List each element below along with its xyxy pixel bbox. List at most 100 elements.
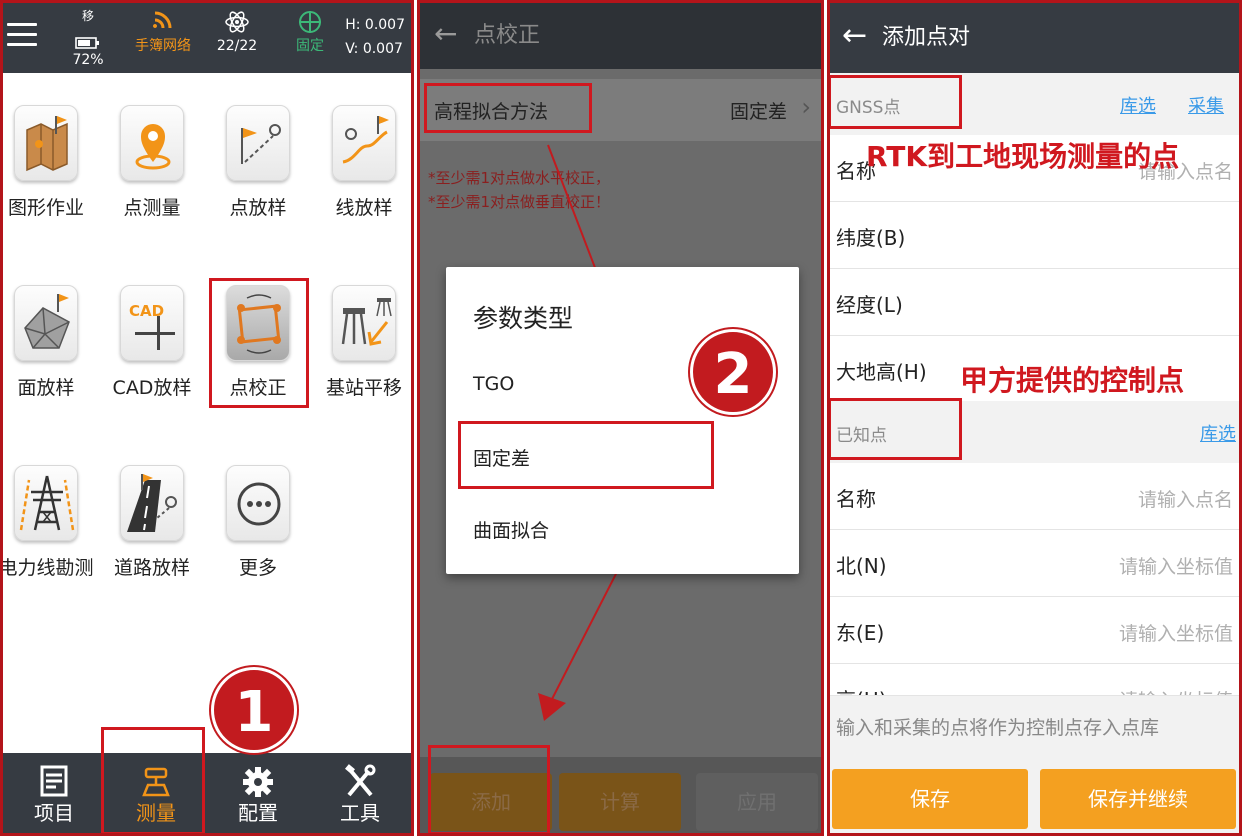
home-screen-panel: 移 72% 手簿网络 22/22 固定 H: 0.007 V: 0.007 图形… — [0, 0, 414, 836]
bottom-nav: 项目 测量 配置 工具 — [3, 753, 411, 833]
field-label: 纬度(B) — [836, 226, 906, 250]
fix-label: 固定 — [296, 38, 324, 54]
app-base-shift[interactable]: 基站平移 — [311, 285, 411, 400]
gnss-label-highlight — [830, 75, 962, 129]
known-library-select-link[interactable]: 库选 — [1200, 420, 1236, 446]
app-graphic-work[interactable]: 图形作业 — [3, 105, 99, 220]
field-label: 高(H) — [836, 684, 887, 695]
field-label: 北(N) — [836, 554, 887, 578]
road-stakeout-icon — [120, 465, 184, 541]
nav-tools[interactable]: 工具 — [309, 753, 411, 833]
app-label: 点放样 — [229, 197, 287, 219]
calculate-button[interactable]: 计算 — [559, 773, 681, 831]
gnss-longitude-field[interactable]: 经度(L) — [830, 269, 1239, 336]
calibration-highlight — [209, 278, 309, 408]
known-label-highlight — [830, 398, 962, 460]
wifi-icon — [127, 9, 199, 37]
satellite-count: 22/22 — [216, 38, 258, 54]
app-label: 面放样 — [17, 377, 75, 399]
app-label: 线放样 — [335, 197, 393, 219]
tools-icon — [309, 753, 411, 799]
app-label: 电力线勘测 — [0, 557, 94, 579]
crosshair-icon — [287, 9, 333, 37]
app-label: CAD放样 — [112, 377, 192, 399]
app-label: 道路放样 — [113, 557, 190, 579]
network-label: 手簿网络 — [135, 38, 191, 54]
known-name-field[interactable]: 名称 请输入点名 — [830, 463, 1239, 530]
app-label: 基站平移 — [325, 377, 402, 399]
known-callout: 甲方提供的控制点 — [960, 364, 1185, 397]
app-road-stakeout[interactable]: 道路放样 — [99, 465, 205, 580]
option-tgo[interactable]: TGO — [473, 373, 514, 395]
network-status: 手簿网络 — [127, 9, 199, 55]
app-line-stakeout[interactable]: 线放样 — [311, 105, 411, 220]
field-placeholder: 请输入坐标值 — [1119, 686, 1233, 695]
app-more[interactable]: 更多 — [205, 465, 311, 580]
field-label: 东(E) — [836, 621, 885, 645]
line-stakeout-icon — [332, 105, 396, 181]
battery-icon — [65, 37, 111, 51]
status-bar: 移 72% 手簿网络 22/22 固定 H: 0.007 V: 0.007 — [3, 3, 411, 73]
field-label: 大地高(H) — [836, 360, 927, 384]
fixed-difference-highlight — [458, 421, 714, 489]
gnss-collect-link[interactable]: 采集 — [1188, 92, 1224, 118]
surface-stakeout-icon — [14, 285, 78, 361]
apply-button[interactable]: 应用 — [696, 773, 818, 831]
satellite-status: 22/22 — [209, 9, 265, 55]
point-stakeout-icon — [226, 105, 290, 181]
menu-icon[interactable] — [7, 23, 37, 47]
fix-status: 固定 — [287, 9, 333, 55]
known-height-field[interactable]: 高(H) 请输入坐标值 — [830, 664, 1239, 696]
project-icon — [3, 753, 105, 799]
app-point-stakeout[interactable]: 点放样 — [205, 105, 311, 220]
settings-gear-icon — [207, 753, 309, 799]
title-bar: ← 添加点对 — [830, 3, 1239, 73]
precision-readout: H: 0.007 V: 0.007 — [345, 13, 405, 61]
battery-status: 移 72% — [65, 9, 111, 69]
app-cad-stakeout[interactable]: CAD CAD放样 — [99, 285, 205, 400]
app-label: 图形作业 — [7, 197, 84, 219]
survey-tab-highlight — [101, 727, 205, 833]
nav-config[interactable]: 配置 — [207, 753, 309, 833]
field-label: 名称 — [836, 487, 876, 511]
gnss-latitude-field[interactable]: 纬度(B) — [830, 202, 1239, 269]
battery-level: 72% — [72, 52, 104, 68]
h-precision: H: 0.007 — [345, 17, 405, 33]
app-point-survey[interactable]: 点测量 — [99, 105, 205, 220]
app-power-line[interactable]: 电力线勘测 — [0, 465, 99, 580]
info-note: 输入和采集的点将作为控制点存入点库 — [836, 717, 1160, 739]
nav-project[interactable]: 项目 — [3, 753, 105, 833]
gnss-library-select-link[interactable]: 库选 — [1120, 92, 1156, 118]
cad-icon: CAD — [120, 285, 184, 361]
back-arrow-icon[interactable]: ← — [842, 21, 867, 51]
map-icon — [14, 105, 78, 181]
v-precision: V: 0.007 — [345, 41, 403, 57]
step-badge-2: 2 — [690, 329, 776, 415]
field-placeholder: 请输入坐标值 — [1118, 623, 1233, 645]
move-label: 移 — [81, 9, 94, 23]
option-surface-fitting[interactable]: 曲面拟合 — [473, 516, 549, 543]
add-point-pair-panel: ← 添加点对 GNSS点 库选 采集 名称 请输入点名 纬度(B) 经度(L) … — [827, 0, 1242, 836]
step-badge-1: 1 — [211, 667, 297, 753]
app-surface-stakeout[interactable]: 面放样 — [3, 285, 99, 400]
field-placeholder: 请输入点名 — [1137, 489, 1233, 511]
known-north-field[interactable]: 北(N) 请输入坐标值 — [830, 530, 1239, 597]
base-shift-icon — [332, 285, 396, 361]
parameter-type-dialog: 参数类型 TGO 固定差 曲面拟合 — [446, 267, 799, 574]
nav-label: 项目 — [34, 801, 74, 825]
known-east-field[interactable]: 东(E) 请输入坐标值 — [830, 597, 1239, 664]
nav-label: 配置 — [238, 801, 278, 825]
field-label: 经度(L) — [836, 293, 903, 317]
gnss-callout: RTK到工地现场测量的点 — [866, 140, 1180, 173]
nav-label: 工具 — [340, 801, 380, 825]
app-label: 点测量 — [123, 197, 181, 219]
more-icon — [226, 465, 290, 541]
app-label: 更多 — [238, 557, 277, 579]
calibration-panel: ← 点校正 高程拟合方法 固定差 › *至少需1对点做水平校正， *至少需1对点… — [417, 0, 824, 836]
dialog-title: 参数类型 — [473, 304, 574, 333]
power-line-icon — [14, 465, 78, 541]
save-continue-button[interactable]: 保存并继续 — [1040, 769, 1236, 829]
app-grid: 图形作业 点测量 点放样 线放样 面放样 CAD CAD放样 点校正 基站平移 … — [3, 73, 411, 753]
save-button[interactable]: 保存 — [832, 769, 1028, 829]
point-survey-icon — [120, 105, 184, 181]
